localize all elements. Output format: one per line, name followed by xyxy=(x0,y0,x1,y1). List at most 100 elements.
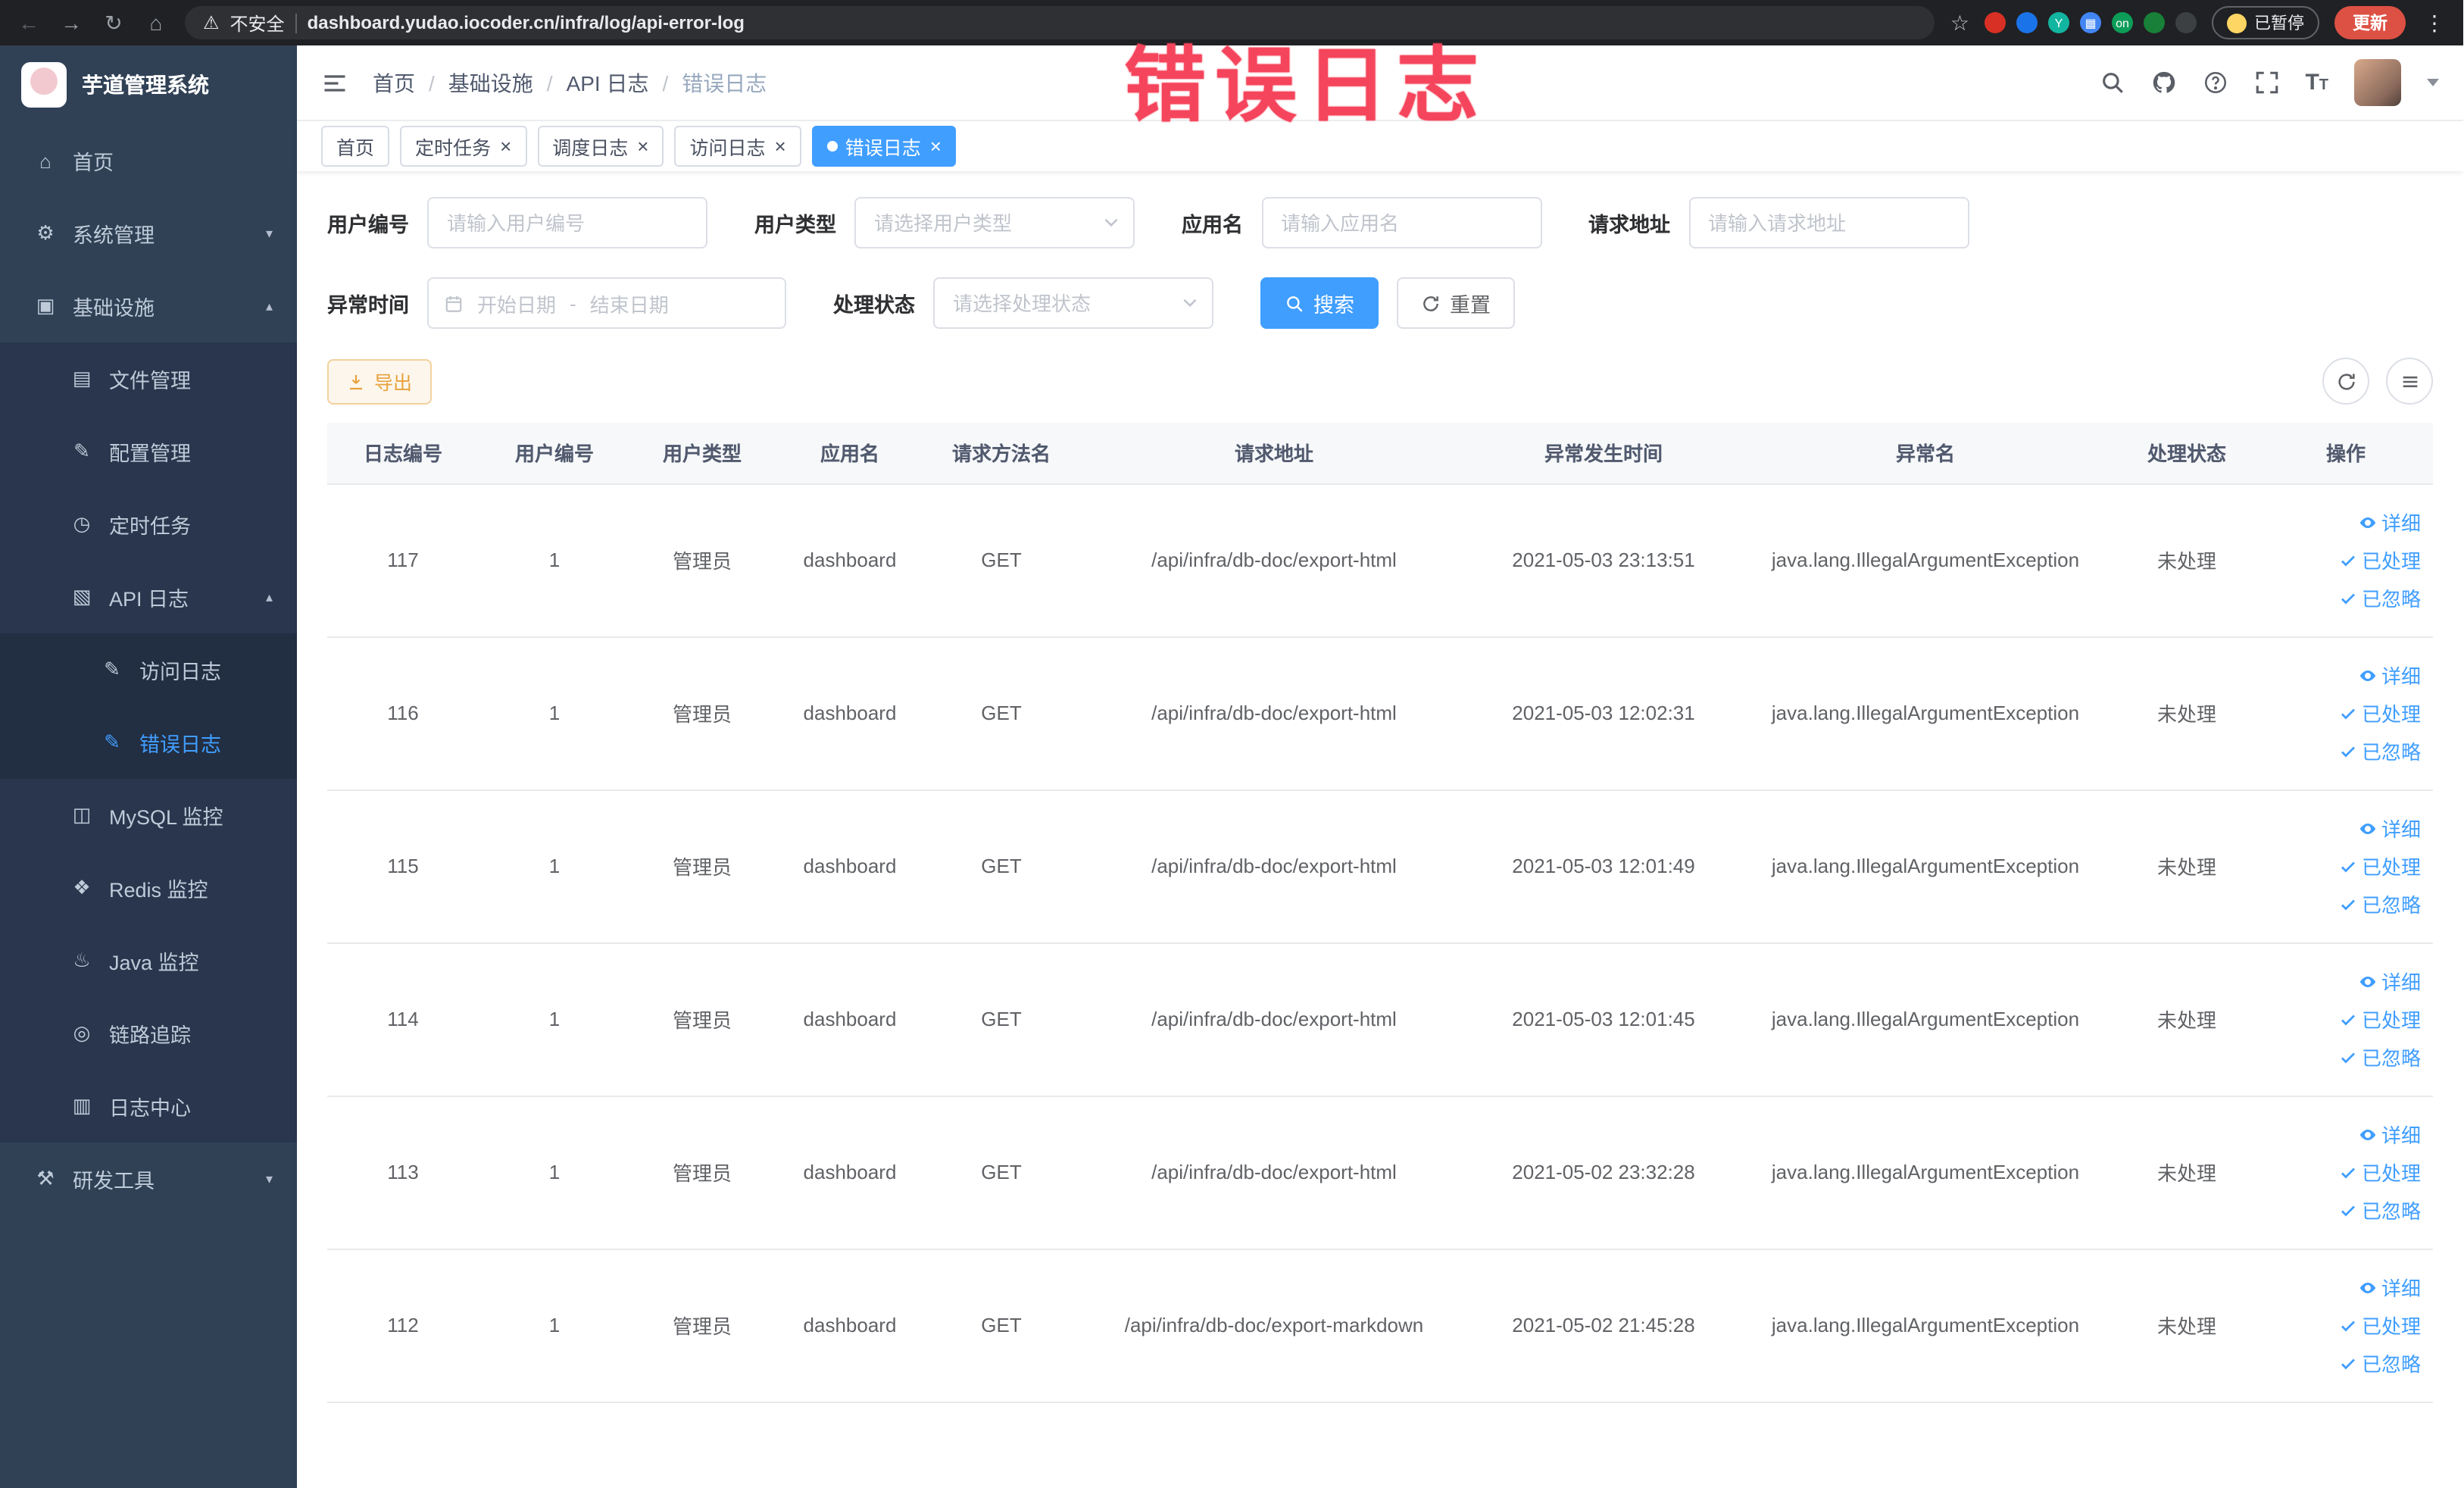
paused-chip[interactable]: 已暂停 xyxy=(2212,6,2319,39)
sidebar-logo[interactable]: 芋道管理系统 xyxy=(0,45,297,124)
browser-update-button[interactable]: 更新 xyxy=(2334,6,2406,39)
tab-访问日志[interactable]: 访问日志 × xyxy=(674,126,801,167)
user-id-input[interactable] xyxy=(427,197,707,249)
avatar[interactable] xyxy=(2354,59,2401,106)
sidebar-item-访问日志[interactable]: ✎ 访问日志 xyxy=(0,633,297,706)
sidebar-item-链路追踪[interactable]: ◎ 链路追踪 xyxy=(0,997,297,1070)
breadcrumb-item[interactable]: 首页 xyxy=(373,67,415,98)
sidebar-item-日志中心[interactable]: ▥ 日志中心 xyxy=(0,1070,297,1143)
extension-dark-icon[interactable] xyxy=(2175,12,2197,33)
chevron-down-icon[interactable] xyxy=(2427,79,2439,86)
action-ignored-link[interactable]: 已忽略 xyxy=(2339,1349,2421,1377)
fullscreen-icon[interactable] xyxy=(2253,70,2279,95)
address-bar[interactable]: ⚠ 不安全 dashboard.yudao.iocoder.cn/infra/l… xyxy=(185,6,1935,39)
action-detail-link[interactable]: 详细 xyxy=(2359,814,2421,842)
action-processed-link[interactable]: 已处理 xyxy=(2339,1158,2421,1186)
font-size-icon[interactable]: TT xyxy=(2305,70,2328,95)
cell-user_type: 管理员 xyxy=(630,789,774,943)
action-processed-link[interactable]: 已处理 xyxy=(2339,1311,2421,1340)
check-icon xyxy=(2339,895,2357,913)
breadcrumb-separator: / xyxy=(662,70,669,95)
action-ignored-link[interactable]: 已忽略 xyxy=(2339,1043,2421,1071)
app-title: 芋道管理系统 xyxy=(82,73,209,97)
extension-leaf-icon[interactable] xyxy=(2144,12,2165,33)
action-processed-link[interactable]: 已处理 xyxy=(2339,1005,2421,1033)
search-icon[interactable] xyxy=(2099,70,2125,95)
check-icon xyxy=(2339,1163,2357,1181)
github-icon[interactable] xyxy=(2150,70,2176,95)
browser-menu-icon[interactable]: ⋮ xyxy=(2421,10,2448,36)
sidebar-item-首页[interactable]: ⌂ 首页 xyxy=(0,124,297,197)
user-type-select[interactable] xyxy=(854,197,1135,249)
browser-back-icon[interactable]: ← xyxy=(15,11,42,35)
column-header: 请求方法名 xyxy=(926,423,1077,484)
table-row: 114 1 管理员 dashboard GET/api/infra/db-doc/exp… xyxy=(327,943,2433,1096)
cell-time: 2021-05-03 12:02:31 xyxy=(1471,636,1736,790)
chevron-up-icon: ▴ xyxy=(265,589,273,604)
action-detail-link[interactable]: 详细 xyxy=(2359,1120,2421,1149)
browser-reload-icon[interactable]: ↻ xyxy=(100,10,127,36)
sidebar-item-基础设施[interactable]: ▣ 基础设施 ▴ xyxy=(0,270,297,342)
action-ignored-link[interactable]: 已忽略 xyxy=(2339,736,2421,765)
tab-close-icon[interactable]: × xyxy=(500,136,511,156)
sidebar-item-研发工具[interactable]: ⚒ 研发工具 ▾ xyxy=(0,1143,297,1215)
action-detail-link[interactable]: 详细 xyxy=(2359,661,2421,689)
tab-close-icon[interactable]: × xyxy=(637,136,648,156)
help-icon[interactable] xyxy=(2202,70,2228,95)
cell-id: 114 xyxy=(327,943,479,1096)
bookmark-star-icon[interactable]: ☆ xyxy=(1950,10,1969,36)
sidebar-item-配置管理[interactable]: ✎ 配置管理 xyxy=(0,415,297,488)
export-button[interactable]: 导出 xyxy=(327,358,433,404)
sidebar-item-API 日志[interactable]: ▧ API 日志 ▴ xyxy=(0,561,297,633)
sidebar-item-文件管理[interactable]: ▤ 文件管理 xyxy=(0,342,297,415)
date-range-picker[interactable]: 开始日期 - 结束日期 xyxy=(427,277,786,329)
refresh-table-button[interactable] xyxy=(2322,358,2369,405)
tab-定时任务[interactable]: 定时任务 × xyxy=(400,126,527,167)
browser-forward-icon[interactable]: → xyxy=(58,11,85,35)
gear-icon: ⚙ xyxy=(36,221,55,244)
table-header-row: 日志编号 用户编号 用户类型 应用名 请求方法名 请求地址 异常发生时间 异常名 处理状态 操作 xyxy=(327,423,2433,484)
sidebar-item-label: 定时任务 xyxy=(109,515,191,538)
column-header: 处理状态 xyxy=(2115,423,2259,484)
action-processed-link[interactable]: 已处理 xyxy=(2339,852,2421,880)
extension-grid-icon[interactable]: ▦ xyxy=(2080,12,2101,33)
tab-错误日志[interactable]: 错误日志 × xyxy=(811,126,957,167)
tab-调度日志[interactable]: 调度日志 × xyxy=(537,126,664,167)
tab-首页[interactable]: 首页 xyxy=(321,126,390,167)
sidebar-item-Redis 监控[interactable]: ❖ Redis 监控 xyxy=(0,852,297,924)
sidebar-item-Java 监控[interactable]: ♨ Java 监控 xyxy=(0,924,297,997)
table-toolbar: 导出 xyxy=(327,358,2433,405)
process-status-select[interactable] xyxy=(933,277,1213,329)
request-url-input[interactable] xyxy=(1688,197,1969,249)
request-url-label: 请求地址 xyxy=(1588,214,1670,236)
extension-teal-y-icon[interactable]: Y xyxy=(2048,12,2069,33)
action-ignored-link[interactable]: 已忽略 xyxy=(2339,1196,2421,1224)
extension-red-icon[interactable] xyxy=(1985,12,2006,33)
search-button[interactable]: 搜索 xyxy=(1260,277,1379,329)
cell-user_id: 1 xyxy=(479,943,630,1096)
collapse-sidebar-icon[interactable] xyxy=(321,69,348,96)
sidebar-item-MySQL 监控[interactable]: ◫ MySQL 监控 xyxy=(0,779,297,852)
sidebar-item-定时任务[interactable]: ◷ 定时任务 xyxy=(0,488,297,561)
sidebar-item-系统管理[interactable]: ⚙ 系统管理 ▾ xyxy=(0,197,297,270)
tab-close-icon[interactable]: × xyxy=(775,136,786,156)
action-processed-link[interactable]: 已处理 xyxy=(2339,699,2421,727)
column-settings-button[interactable] xyxy=(2386,358,2433,405)
action-detail-link[interactable]: 详细 xyxy=(2359,1273,2421,1302)
action-detail-link[interactable]: 详细 xyxy=(2359,967,2421,996)
extension-blue-drop-icon[interactable] xyxy=(2016,12,2038,33)
breadcrumb-item[interactable]: API 日志 xyxy=(567,67,649,98)
action-processed-link[interactable]: 已处理 xyxy=(2339,545,2421,574)
dev-tool-icon: ⚒ xyxy=(36,1167,55,1189)
trace-icon: ◎ xyxy=(73,1021,91,1044)
sidebar-item-错误日志[interactable]: ✎ 错误日志 xyxy=(0,706,297,779)
action-ignored-link[interactable]: 已忽略 xyxy=(2339,583,2421,612)
breadcrumb-item[interactable]: 基础设施 xyxy=(448,67,533,98)
app-name-input[interactable] xyxy=(1261,197,1541,249)
reset-button[interactable]: 重置 xyxy=(1397,277,1515,329)
action-ignored-link[interactable]: 已忽略 xyxy=(2339,889,2421,918)
action-detail-link[interactable]: 详细 xyxy=(2359,508,2421,536)
extension-on-badge-icon[interactable]: on xyxy=(2112,12,2133,33)
tab-close-icon[interactable]: × xyxy=(930,136,942,156)
browser-home-icon[interactable]: ⌂ xyxy=(142,11,170,35)
